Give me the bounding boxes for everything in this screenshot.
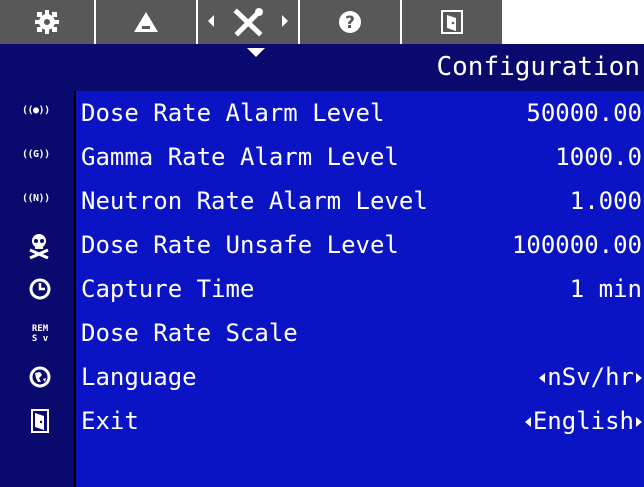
active-tab-pointer-icon (247, 48, 265, 57)
row-label: Neutron Rate Alarm Level (81, 187, 428, 215)
row-label: Exit (81, 407, 139, 435)
neutron-rate-alarm-icon-text: ((N)) (22, 193, 50, 204)
row-value[interactable]: 50000.00 (526, 91, 642, 135)
exit-door-icon (0, 399, 74, 443)
list-item-exit[interactable]: Exit (76, 399, 644, 443)
exit-tab-icon (441, 10, 463, 34)
dose-rate-alarm-icon: ((●)) (0, 91, 74, 135)
tab-exit[interactable] (402, 0, 502, 44)
title-bar: Configuration (0, 44, 644, 91)
row-value[interactable]: 1 min (570, 267, 642, 311)
list-item-dose-rate-unsafe-level[interactable]: Dose Rate Unsafe Level 100000.00 (76, 223, 644, 267)
row-value[interactable]: 100000.00 (512, 223, 642, 267)
dose-rate-scale-selector[interactable]: nSv/hr (453, 311, 642, 391)
row-label: Dose Rate Scale (81, 319, 298, 347)
list-item-capture-time[interactable]: Capture Time 1 min (76, 267, 644, 311)
configuration-list: Dose Rate Alarm Level 50000.00 Gamma Rat… (76, 91, 644, 487)
list-item-gamma-rate-alarm-level[interactable]: Gamma Rate Alarm Level 1000.0 (76, 135, 644, 179)
list-item-dose-rate-alarm-level[interactable]: Dose Rate Alarm Level 50000.00 (76, 91, 644, 135)
dose-rate-alarm-icon-text: ((●)) (22, 105, 50, 116)
help-icon: ? (339, 11, 361, 33)
globe-icon (0, 355, 74, 399)
tab-left-arrow-icon (208, 15, 214, 27)
svg-text:REM: REM (32, 324, 49, 334)
clock-icon (0, 267, 74, 311)
list-item-neutron-rate-alarm-level[interactable]: Neutron Rate Alarm Level 1.000 (76, 179, 644, 223)
row-label: Dose Rate Unsafe Level (81, 231, 399, 259)
tab-help[interactable]: ? (300, 0, 400, 44)
language-selector[interactable]: English (438, 355, 642, 435)
svg-text:S v: S v (32, 334, 49, 344)
alarm-triangle-icon (134, 12, 158, 32)
tab-settings[interactable] (0, 0, 94, 44)
tab-alarms[interactable] (96, 0, 196, 44)
icon-column: ((●)) ((G)) ((N)) REM S v (0, 91, 74, 487)
tab-configuration[interactable] (198, 0, 298, 44)
row-label: Gamma Rate Alarm Level (81, 143, 399, 171)
tab-right-arrow-icon (282, 15, 288, 27)
skull-crossbones-icon (0, 223, 74, 267)
row-value[interactable]: 1.000 (570, 179, 642, 223)
tab-bar: ? (0, 0, 644, 44)
gear-icon (35, 10, 59, 34)
row-label: Capture Time (81, 275, 255, 303)
rem-sv-icon: REM S v (0, 311, 74, 355)
page-title: Configuration (436, 52, 641, 82)
tools-icon (233, 8, 263, 37)
row-label: Language (81, 363, 197, 391)
row-label: Dose Rate Alarm Level (81, 99, 385, 127)
row-value[interactable]: 1000.0 (555, 135, 642, 179)
gamma-rate-alarm-icon: ((G)) (0, 135, 74, 179)
gamma-rate-alarm-icon-text: ((G)) (22, 149, 50, 160)
neutron-rate-alarm-icon: ((N)) (0, 179, 74, 223)
list-item-language[interactable]: Language English (76, 355, 644, 435)
list-item-dose-rate-scale[interactable]: Dose Rate Scale nSv/hr (76, 311, 644, 391)
svg-text:?: ? (345, 13, 355, 33)
